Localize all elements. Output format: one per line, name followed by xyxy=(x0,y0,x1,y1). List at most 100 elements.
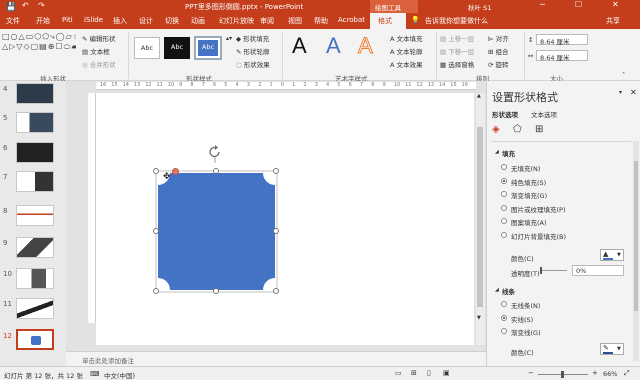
wordart-style-outline[interactable]: A xyxy=(358,33,374,59)
tab-shape-options[interactable]: 形状选项 xyxy=(492,109,518,119)
shape-style-white[interactable]: Abc xyxy=(134,37,160,59)
tab-insert[interactable]: 插入 xyxy=(113,16,127,26)
spellcheck-icon[interactable]: ⌨ xyxy=(90,370,99,378)
resize-handle-top-left[interactable] xyxy=(153,168,159,174)
slide-thumbnail[interactable] xyxy=(16,171,54,192)
zoom-level[interactable]: 66% xyxy=(603,370,617,378)
fill-radio[interactable] xyxy=(501,231,507,238)
tab-acrobat[interactable]: Acrobat xyxy=(338,16,365,24)
scrollbar-thumb[interactable] xyxy=(477,127,483,307)
send-backward-button[interactable]: ▤ 下移一层 xyxy=(440,46,474,56)
user-name[interactable]: 秋叶 S1 xyxy=(468,2,491,12)
notes-pane[interactable]: 单击此处添加备注 xyxy=(66,351,486,366)
style-gallery-arrows[interactable]: ▴▾ xyxy=(226,35,232,42)
edit-shape-button[interactable]: ✎ 编辑形状 xyxy=(82,33,116,43)
tab-slideshow[interactable]: 幻灯片放映 xyxy=(219,16,254,26)
slide-thumbnail[interactable] xyxy=(16,112,54,133)
tab-home[interactable]: 开始 xyxy=(36,16,50,26)
slide-thumbnail[interactable] xyxy=(16,237,54,258)
fill-radio[interactable] xyxy=(501,191,507,197)
merge-shapes-button[interactable]: ◎ 合并形状 xyxy=(82,59,116,69)
line-option-label[interactable]: 无线条(N) xyxy=(511,300,540,310)
slide-sorter-icon[interactable]: ⊞ xyxy=(411,369,417,377)
reading-view-icon[interactable]: ▯ xyxy=(427,369,431,377)
maximize-icon[interactable]: ☐ xyxy=(575,0,582,9)
fill-option-label[interactable]: 纯色填充(S) xyxy=(511,177,546,187)
scroll-down-icon[interactable]: ▼ xyxy=(477,315,481,321)
language-status[interactable]: 中文(中国) xyxy=(104,370,135,380)
tab-format[interactable]: 格式 xyxy=(370,13,406,29)
line-color-picker[interactable]: ✎ ▼ xyxy=(600,343,624,355)
shape-outline-button[interactable]: ✎ 形状轮廓 xyxy=(236,46,270,56)
collapse-ribbon-icon[interactable]: ˄ xyxy=(622,71,625,79)
pane-scrollbar-thumb[interactable] xyxy=(634,161,638,311)
text-fill-button[interactable]: A 文本填充 xyxy=(390,33,423,43)
fill-option-label[interactable]: 图案填充(A) xyxy=(511,217,547,227)
resize-handle-top[interactable] xyxy=(213,168,219,174)
fill-collapse-icon[interactable]: ◢ xyxy=(495,149,499,155)
wordart-style-black[interactable]: A xyxy=(292,33,307,59)
undo-icon[interactable]: ↶ xyxy=(22,1,29,10)
tab-help[interactable]: 帮助 xyxy=(314,16,328,26)
align-button[interactable]: ⊫ 对齐 xyxy=(488,33,509,43)
slide-canvas[interactable] xyxy=(96,93,474,345)
slide-thumbnail[interactable] xyxy=(16,83,54,104)
resize-handle-bottom[interactable] xyxy=(213,288,219,294)
tab-islide[interactable]: iSlide xyxy=(84,16,103,24)
shape-style-black[interactable]: Abc xyxy=(164,37,190,59)
fill-line-icon[interactable]: ◈ xyxy=(492,124,500,135)
rotate-handle-icon[interactable] xyxy=(208,145,222,163)
transparency-slider[interactable] xyxy=(541,270,567,271)
resize-handle-bottom-right[interactable] xyxy=(273,288,279,294)
pane-close-icon[interactable]: ✕ xyxy=(630,88,637,97)
save-icon[interactable]: 💾 xyxy=(6,2,16,11)
minimize-icon[interactable]: ─ xyxy=(540,0,545,9)
tab-transitions[interactable]: 切换 xyxy=(165,16,179,26)
group-button[interactable]: ⊞ 组合 xyxy=(488,46,509,56)
slide-thumbnail[interactable] xyxy=(16,268,54,289)
selection-pane-button[interactable]: ▦ 选择窗格 xyxy=(440,59,474,69)
tab-piti[interactable]: Piti xyxy=(62,16,73,24)
wordart-style-blue[interactable]: A xyxy=(326,33,341,59)
zoom-in-icon[interactable]: + xyxy=(592,369,598,377)
tab-view[interactable]: 视图 xyxy=(288,16,302,26)
tab-text-options[interactable]: 文本选项 xyxy=(531,109,557,119)
slide-thumbnail-active[interactable] xyxy=(16,329,54,350)
rounded-corner-shape[interactable] xyxy=(154,169,279,294)
effects-icon[interactable]: ⬠ xyxy=(513,124,522,135)
fill-color-picker[interactable]: ▲ ▼ xyxy=(600,249,624,261)
fill-radio[interactable] xyxy=(501,218,507,224)
line-radio[interactable] xyxy=(501,328,507,334)
zoom-slider-thumb[interactable] xyxy=(561,371,564,378)
scroll-up-icon[interactable]: ▲ xyxy=(477,93,481,99)
resize-handle-top-right[interactable] xyxy=(273,168,279,174)
shape-style-blue[interactable]: Abc xyxy=(194,36,222,60)
text-effect-button[interactable]: A 文本效果 xyxy=(390,59,423,69)
fill-section-header[interactable]: 填充 xyxy=(502,148,515,158)
line-radio[interactable] xyxy=(501,301,507,307)
bring-forward-button[interactable]: ▤ 上移一层 xyxy=(440,33,474,43)
size-properties-icon[interactable]: ⊞ xyxy=(535,124,543,135)
vertical-scrollbar[interactable]: ▲ ▼ xyxy=(476,93,485,345)
textbox-button[interactable]: ▤ 文本框 xyxy=(82,46,110,56)
transparency-input[interactable]: 0% xyxy=(572,265,624,276)
resize-handle-right[interactable] xyxy=(273,228,279,234)
line-option-label[interactable]: 渐变线(G) xyxy=(511,327,541,337)
close-icon[interactable]: ✕ xyxy=(612,0,619,9)
rotate-button[interactable]: ⟳ 旋转 xyxy=(488,59,509,69)
fill-radio[interactable] xyxy=(501,164,507,170)
line-collapse-icon[interactable]: ◢ xyxy=(495,287,499,293)
redo-icon[interactable]: ↷ xyxy=(38,1,45,10)
fill-radio[interactable] xyxy=(501,177,507,184)
line-section-header[interactable]: 线条 xyxy=(502,286,515,296)
zoom-out-icon[interactable]: − xyxy=(528,369,534,377)
line-radio[interactable] xyxy=(501,314,507,321)
tab-review[interactable]: 审阅 xyxy=(260,16,274,26)
shape-effect-button[interactable]: ◌ 形状效果 xyxy=(236,59,270,69)
pane-dropdown-icon[interactable]: ▾ xyxy=(619,89,622,96)
resize-handle-bottom-left[interactable] xyxy=(153,288,159,294)
tab-file[interactable]: 文件 xyxy=(6,16,20,26)
share-button[interactable]: 共享 xyxy=(606,16,620,26)
shape-gallery[interactable]: □○△▭⬡⬠⤷◯▱☆⇨⌒{}△▷▽◇▢▤⊕☐⬭▰ xyxy=(2,32,76,70)
adjust-handle[interactable] xyxy=(172,168,179,175)
